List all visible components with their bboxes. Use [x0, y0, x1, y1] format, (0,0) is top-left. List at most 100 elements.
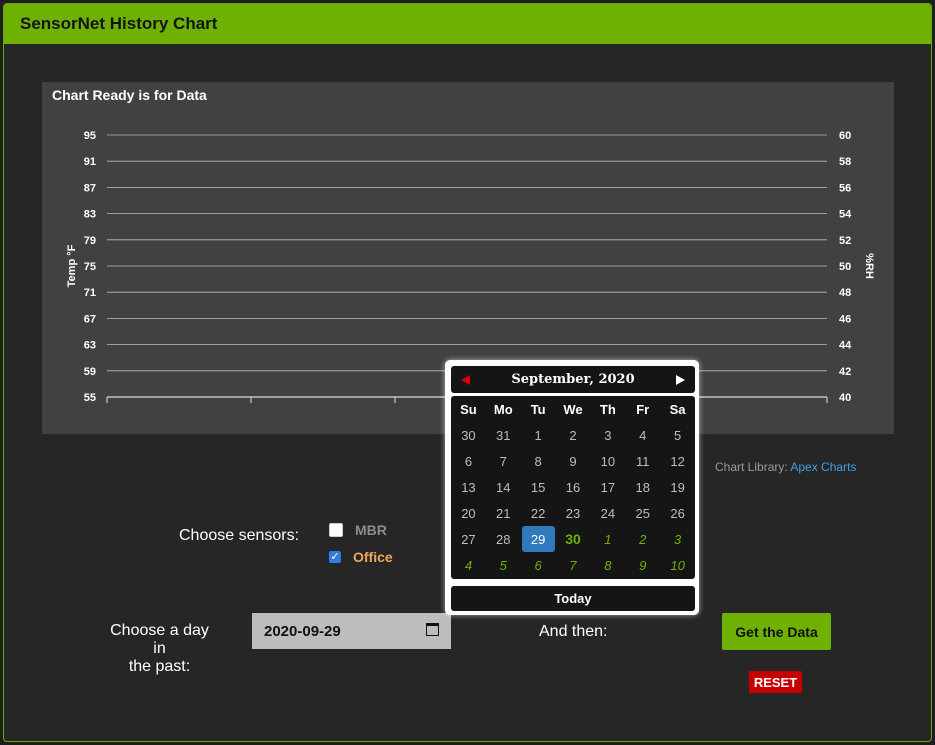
sensor-label-mbr[interactable]: MBR	[355, 522, 387, 538]
calendar-week-row: 27 28 29 30 1 2 3	[451, 526, 695, 552]
calendar-header: September, 2020	[451, 366, 695, 393]
calendar-day[interactable]: 2	[556, 422, 591, 448]
calendar-day[interactable]: 21	[486, 500, 521, 526]
weekday-sa: Sa	[669, 401, 686, 417]
choose-day-label: Choose a day in the past:	[102, 622, 217, 676]
calendar-day[interactable]: 24	[590, 500, 625, 526]
calendar-day[interactable]: 28	[486, 526, 521, 552]
weekday-we: We	[563, 401, 583, 417]
y2-tick-label: 58	[839, 156, 851, 168]
calendar-day[interactable]: 2	[625, 526, 660, 552]
calendar-day[interactable]: 5	[486, 552, 521, 578]
calendar-day[interactable]: 6	[521, 552, 556, 578]
calendar-week-row: 30 31 1 2 3 4 5	[451, 422, 695, 448]
calendar-day[interactable]: 12	[660, 448, 695, 474]
calendar-icon[interactable]	[426, 623, 439, 636]
today-button[interactable]: Today	[451, 586, 695, 611]
calendar-day[interactable]: 5	[660, 422, 695, 448]
y2-tick-label: 46	[839, 313, 851, 325]
calendar-day[interactable]: 4	[625, 422, 660, 448]
calendar-day[interactable]: 18	[625, 474, 660, 500]
sensor-option-office[interactable]: ✓ Office	[329, 549, 393, 565]
calendar-day[interactable]: 13	[451, 474, 486, 500]
calendar-day[interactable]: 23	[556, 500, 591, 526]
calendar-day[interactable]: 10	[660, 552, 695, 578]
calendar-day[interactable]: 30	[556, 526, 591, 552]
y2-tick-label: 50	[839, 261, 851, 273]
y2-tick-label: 54	[839, 209, 852, 221]
weekday-mo: Mo	[493, 401, 513, 417]
y2-tick-label: 42	[839, 366, 851, 378]
y-tick-label: 79	[84, 235, 96, 247]
calendar-day[interactable]: 4	[451, 552, 486, 578]
sensor-label-office[interactable]: Office	[353, 549, 393, 565]
y-tick-label: 71	[84, 287, 96, 299]
calendar-day[interactable]: 8	[521, 448, 556, 474]
checkbox-office[interactable]: ✓	[329, 551, 341, 563]
calendar-day[interactable]: 29	[521, 526, 555, 552]
y2-tick-label: 48	[839, 287, 851, 299]
calendar-day[interactable]: 25	[625, 500, 660, 526]
calendar-day[interactable]: 8	[590, 552, 625, 578]
calendar-month-title: September, 2020	[511, 372, 635, 387]
y-tick-label: 91	[84, 156, 96, 168]
calendar-week-row: 13 14 15 16 17 18 19	[451, 474, 695, 500]
calendar-day[interactable]: 15	[521, 474, 556, 500]
y-tick-label: 59	[84, 366, 96, 378]
calendar-day[interactable]: 27	[451, 526, 486, 552]
y-tick-label: 75	[84, 261, 96, 273]
calendar-day[interactable]: 30	[451, 422, 486, 448]
calendar-day[interactable]: 22	[521, 500, 556, 526]
y-tick-label: 83	[84, 209, 96, 221]
calendar-day[interactable]: 1	[521, 422, 556, 448]
y-axis-title: Temp °F	[66, 244, 78, 287]
choose-day-label-line2: the past:	[128, 658, 191, 675]
y-tick-label: 55	[84, 392, 96, 404]
prev-month-icon[interactable]	[461, 374, 470, 385]
weekday-tu: Tu	[530, 401, 546, 417]
calendar-day[interactable]: 17	[590, 474, 625, 500]
apex-charts-link[interactable]: Apex Charts	[790, 460, 856, 474]
calendar-day[interactable]: 31	[486, 422, 521, 448]
calendar-day[interactable]: 9	[556, 448, 591, 474]
y2-tick-label: 56	[839, 182, 851, 194]
calendar-day[interactable]: 26	[660, 500, 695, 526]
y2-axis-title: %RH	[863, 253, 875, 279]
page-title: SensorNet History Chart	[4, 4, 931, 44]
reset-button[interactable]: RESET	[749, 671, 802, 693]
calendar-day[interactable]: 3	[590, 422, 625, 448]
chart-credit: Chart Library: Apex Charts	[715, 460, 856, 474]
calendar-day[interactable]: 9	[625, 552, 660, 578]
date-input[interactable]: 2020-09-29	[252, 613, 451, 649]
calendar-day[interactable]: 16	[556, 474, 591, 500]
date-picker-popup: September, 2020 Su Mo Tu We Th Fr Sa 30 31 1 2 3 4 5 6…	[445, 360, 699, 615]
sensor-option-mbr[interactable]: MBR	[329, 522, 387, 538]
weekday-fr: Fr	[636, 401, 650, 417]
checkbox-mbr[interactable]	[329, 523, 343, 537]
weekday-th: Th	[599, 401, 616, 417]
calendar-day[interactable]: 10	[590, 448, 625, 474]
date-value[interactable]: 2020-09-29	[264, 623, 341, 640]
calendar-day[interactable]: 7	[556, 552, 591, 578]
calendar-week-row: 6 7 8 9 10 11 12	[451, 448, 695, 474]
calendar-day[interactable]: 14	[486, 474, 521, 500]
calendar-day[interactable]: 20	[451, 500, 486, 526]
next-month-icon[interactable]	[676, 374, 685, 385]
calendar-day[interactable]: 1	[590, 526, 625, 552]
calendar-day[interactable]: 7	[486, 448, 521, 474]
calendar-grid: Su Mo Tu We Th Fr Sa 30 31 1 2 3 4 5 6 7 8 9 10 11 12 13 14 15 1…	[451, 396, 695, 579]
credit-prefix: Chart Library:	[715, 460, 791, 474]
y-tick-label: 67	[84, 313, 96, 325]
y-tick-label: 87	[84, 182, 96, 194]
calendar-week-row: 20 21 22 23 24 25 26	[451, 500, 695, 526]
y2-tick-label: 60	[839, 130, 851, 142]
calendar-day[interactable]: 19	[660, 474, 695, 500]
get-data-button[interactable]: Get the Data	[722, 613, 831, 650]
weekday-header-row: Su Mo Tu We Th Fr Sa	[451, 396, 695, 422]
calendar-day[interactable]: 6	[451, 448, 486, 474]
calendar-day[interactable]: 3	[660, 526, 695, 552]
calendar-day[interactable]: 11	[625, 448, 660, 474]
calendar-week-row: 4 5 6 7 8 9 10	[451, 552, 695, 578]
y-tick-label: 95	[84, 130, 96, 142]
y2-tick-label: 52	[839, 235, 851, 247]
